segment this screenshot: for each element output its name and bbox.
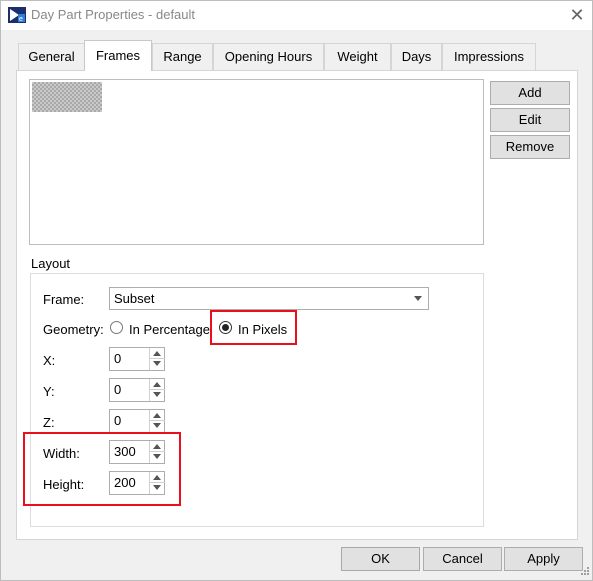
geometry-label: Geometry:: [43, 322, 104, 337]
tab-days[interactable]: Days: [391, 43, 442, 70]
close-icon[interactable]: ✕: [566, 4, 588, 26]
tab-label: Range: [163, 49, 202, 64]
tab-label: Frames: [95, 48, 141, 63]
spin-up-icon[interactable]: [153, 413, 161, 418]
spin-divider: [150, 420, 165, 421]
spin-up-icon[interactable]: [153, 382, 161, 387]
apply-button[interactable]: Apply: [504, 547, 583, 571]
tab-label: General: [28, 49, 75, 64]
tab-impressions[interactable]: Impressions: [442, 43, 536, 70]
frame-select-value: Subset: [114, 291, 155, 306]
height-spin-buttons[interactable]: [149, 472, 165, 494]
cancel-button[interactable]: Cancel: [423, 547, 502, 571]
height-value[interactable]: 200: [114, 475, 136, 490]
tab-label: Opening Hours: [224, 49, 313, 64]
in-pixels-label[interactable]: In Pixels: [238, 322, 287, 337]
y-label: Y:: [43, 384, 55, 399]
height-label: Height:: [43, 477, 85, 492]
in-percentage-label[interactable]: In Percentage: [129, 322, 210, 337]
app-logo-icon: e: [8, 7, 26, 23]
x-spin-buttons[interactable]: [149, 348, 165, 370]
width-stepper[interactable]: 300: [109, 440, 165, 464]
resize-grip-icon[interactable]: [578, 566, 590, 578]
y-stepper[interactable]: 0: [109, 378, 165, 402]
spin-down-icon[interactable]: [153, 361, 161, 366]
in-pixels-radio[interactable]: [219, 321, 232, 334]
layout-group-label: Layout: [31, 256, 71, 271]
chevron-down-icon: [414, 296, 422, 301]
width-value[interactable]: 300: [114, 444, 136, 459]
edit-button[interactable]: Edit: [490, 108, 570, 132]
spin-divider: [150, 389, 165, 390]
tab-weight[interactable]: Weight: [324, 43, 391, 70]
window-title: Day Part Properties - default: [31, 7, 196, 22]
x-stepper[interactable]: 0: [109, 347, 165, 371]
spin-divider: [150, 358, 165, 359]
tab-general[interactable]: General: [18, 43, 85, 70]
remove-button[interactable]: Remove: [490, 135, 570, 159]
y-value[interactable]: 0: [114, 382, 121, 397]
layout-group-box: [30, 273, 484, 527]
tab-label: Weight: [337, 49, 378, 64]
spin-up-icon[interactable]: [153, 444, 161, 449]
tab-opening-hours[interactable]: Opening Hours: [213, 43, 324, 70]
z-stepper[interactable]: 0: [109, 409, 165, 433]
z-spin-buttons[interactable]: [149, 410, 165, 432]
width-spin-buttons[interactable]: [149, 441, 165, 463]
frames-list[interactable]: [29, 79, 484, 245]
frame-label: Frame:: [43, 292, 85, 307]
spin-down-icon[interactable]: [153, 392, 161, 397]
z-value[interactable]: 0: [114, 413, 121, 428]
spin-down-icon[interactable]: [153, 454, 161, 459]
ok-button[interactable]: OK: [341, 547, 420, 571]
z-label: Z:: [43, 415, 55, 430]
frame-thumbnail[interactable]: [32, 82, 102, 112]
tab-label: Days: [401, 49, 432, 64]
tab-frames[interactable]: Frames: [84, 40, 152, 71]
y-spin-buttons[interactable]: [149, 379, 165, 401]
spin-down-icon[interactable]: [153, 423, 161, 428]
spin-up-icon[interactable]: [153, 351, 161, 356]
spin-divider: [150, 482, 165, 483]
height-stepper[interactable]: 200: [109, 471, 165, 495]
x-label: X:: [43, 353, 56, 368]
width-label: Width:: [43, 446, 80, 461]
tab-label: Impressions: [453, 49, 525, 64]
in-percentage-radio[interactable]: [110, 321, 123, 334]
tab-range[interactable]: Range: [152, 43, 213, 70]
svg-text:e: e: [19, 16, 23, 23]
spin-down-icon[interactable]: [153, 485, 161, 490]
x-value[interactable]: 0: [114, 351, 121, 366]
frame-select[interactable]: Subset: [109, 287, 429, 310]
add-button[interactable]: Add: [490, 81, 570, 105]
spin-up-icon[interactable]: [153, 475, 161, 480]
spin-divider: [150, 451, 165, 452]
